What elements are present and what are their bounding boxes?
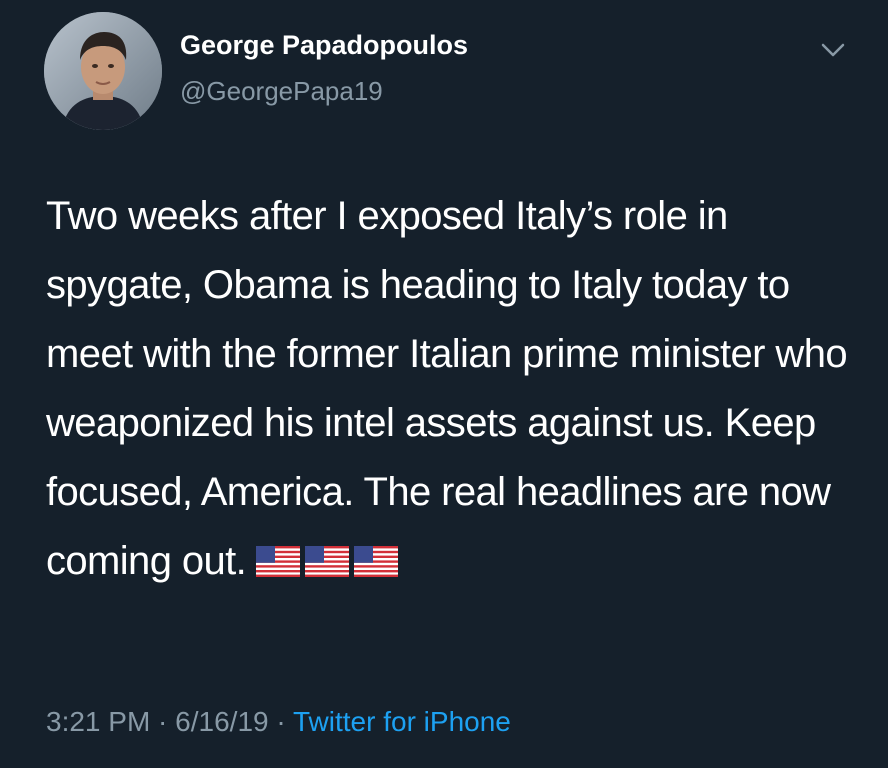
tweet-source-link[interactable]: Twitter for iPhone (293, 706, 511, 737)
tweet-card: George Papadopoulos @GeorgePapa19 Two we… (0, 0, 888, 768)
author-display-name[interactable]: George Papadopoulos (180, 30, 468, 61)
us-flag-icon (354, 545, 399, 577)
tweet-text-block: Two weeks after I exposed Italy’s role i… (46, 182, 866, 598)
flag-emoji-group (256, 525, 403, 594)
tweet-time[interactable]: 3:21 PM (46, 706, 150, 737)
avatar[interactable] (44, 12, 162, 130)
tweet-text: Two weeks after I exposed Italy’s role i… (46, 194, 848, 583)
tweet-date[interactable]: 6/16/19 (175, 706, 268, 737)
author-handle[interactable]: @GeorgePapa19 (180, 76, 383, 107)
us-flag-icon (305, 545, 350, 577)
tweet-metadata: 3:21 PM · 6/16/19 · Twitter for iPhone (46, 706, 511, 738)
us-flag-icon (256, 545, 301, 577)
separator: · (268, 706, 293, 737)
chevron-down-icon[interactable] (820, 40, 846, 60)
separator: · (150, 706, 176, 737)
